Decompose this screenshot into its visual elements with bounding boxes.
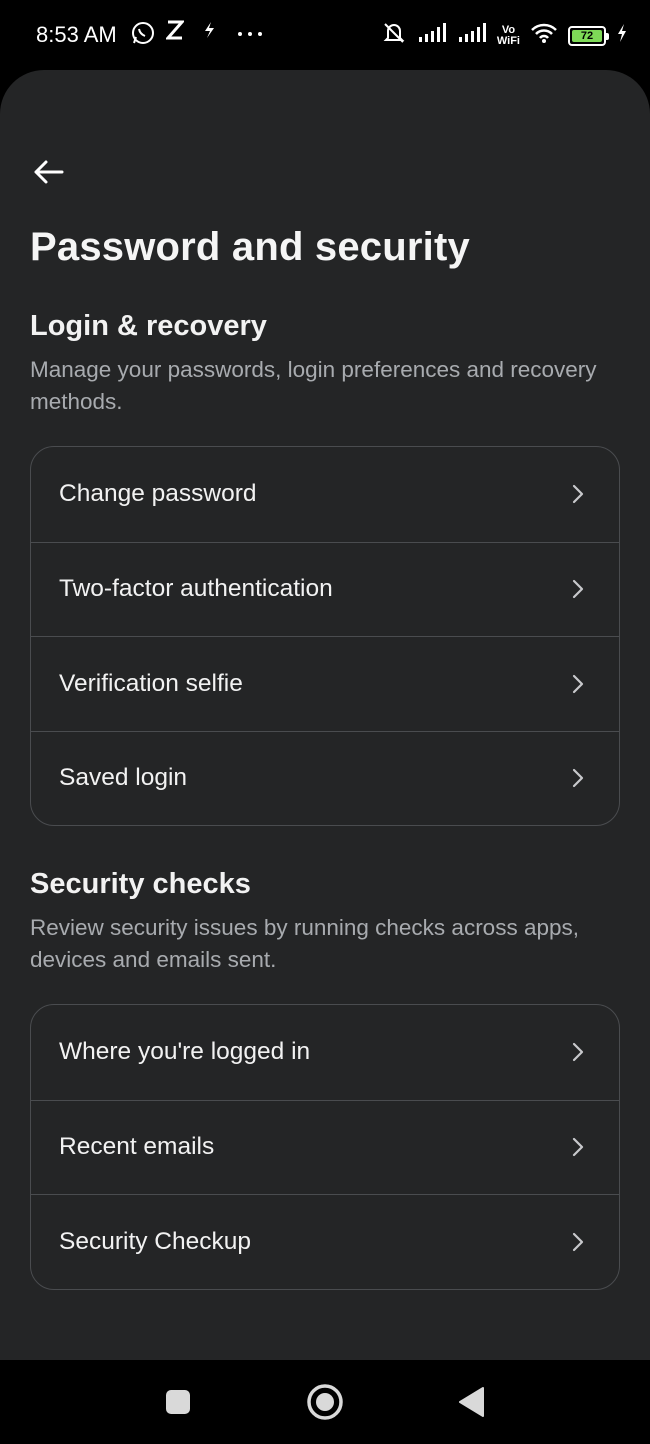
list-item-label: Two-factor authentication	[59, 575, 333, 603]
flash-icon	[202, 20, 216, 46]
chevron-right-icon	[572, 1138, 584, 1157]
status-bar: 8:53 AM Vo WiFi 72	[0, 0, 650, 70]
status-icons: Vo WiFi 72	[381, 20, 628, 51]
chevron-right-icon	[572, 580, 584, 599]
recent-emails-item[interactable]: Recent emails	[31, 1099, 619, 1195]
battery-fill: 72	[572, 29, 602, 42]
z-icon	[164, 20, 186, 46]
security-checkup-item[interactable]: Security Checkup	[31, 1194, 619, 1289]
settings-sheet: Password and security Login & recovery M…	[0, 70, 650, 1360]
more-icon	[236, 22, 264, 48]
whatsapp-icon	[130, 20, 156, 52]
arrow-left-icon	[32, 159, 64, 190]
where-logged-in-item[interactable]: Where you're logged in	[31, 1005, 619, 1100]
battery-cap	[606, 32, 609, 40]
charging-icon	[616, 23, 628, 48]
recents-square-icon	[166, 1390, 190, 1414]
security-checks-card: Where you're logged in Recent emails Sec…	[30, 1004, 620, 1290]
login-recovery-card: Change password Two-factor authenticatio…	[30, 446, 620, 826]
recents-button[interactable]	[158, 1382, 198, 1422]
battery-icon: 72	[568, 25, 609, 46]
chevron-right-icon	[572, 674, 584, 693]
two-factor-authentication-item[interactable]: Two-factor authentication	[31, 541, 619, 637]
silent-bell-icon	[381, 20, 407, 51]
list-item-label: Security Checkup	[59, 1227, 252, 1255]
signal-icon	[417, 22, 447, 49]
chevron-right-icon	[572, 769, 584, 788]
saved-login-item[interactable]: Saved login	[31, 730, 619, 826]
chevron-right-icon	[572, 485, 584, 504]
vowifi-top: Vo	[501, 23, 516, 36]
status-time: 8:53 AM	[36, 22, 117, 47]
wifi-icon	[530, 22, 558, 49]
vowifi-bottom: WiFi	[496, 34, 520, 47]
section-description-security-checks: Review security issues by running checks…	[30, 915, 579, 972]
system-navigation-bar	[0, 1360, 650, 1444]
back-button[interactable]	[28, 156, 68, 192]
page-title: Password and security	[30, 225, 470, 269]
signal-icon	[457, 22, 487, 49]
back-nav-button[interactable]	[452, 1382, 492, 1422]
section-description-login-recovery: Manage your passwords, login preferences…	[30, 357, 597, 414]
list-item-label: Recent emails	[59, 1133, 215, 1161]
home-circle-icon	[307, 1384, 343, 1420]
chevron-right-icon	[572, 1232, 584, 1251]
back-triangle-icon	[459, 1387, 484, 1417]
chevron-right-icon	[572, 1043, 584, 1062]
battery-level: 72	[580, 29, 594, 42]
list-item-label: Where you're logged in	[59, 1038, 311, 1066]
list-item-label: Change password	[59, 480, 257, 508]
change-password-item[interactable]: Change password	[31, 447, 619, 542]
section-title-security-checks: Security checks	[30, 868, 251, 900]
vowifi-icon: Vo WiFi	[496, 23, 520, 47]
verification-selfie-item[interactable]: Verification selfie	[31, 636, 619, 731]
section-title-login-recovery: Login & recovery	[30, 310, 267, 342]
list-item-label: Saved login	[59, 764, 188, 792]
list-item-label: Verification selfie	[59, 669, 243, 697]
home-button[interactable]	[305, 1382, 345, 1422]
